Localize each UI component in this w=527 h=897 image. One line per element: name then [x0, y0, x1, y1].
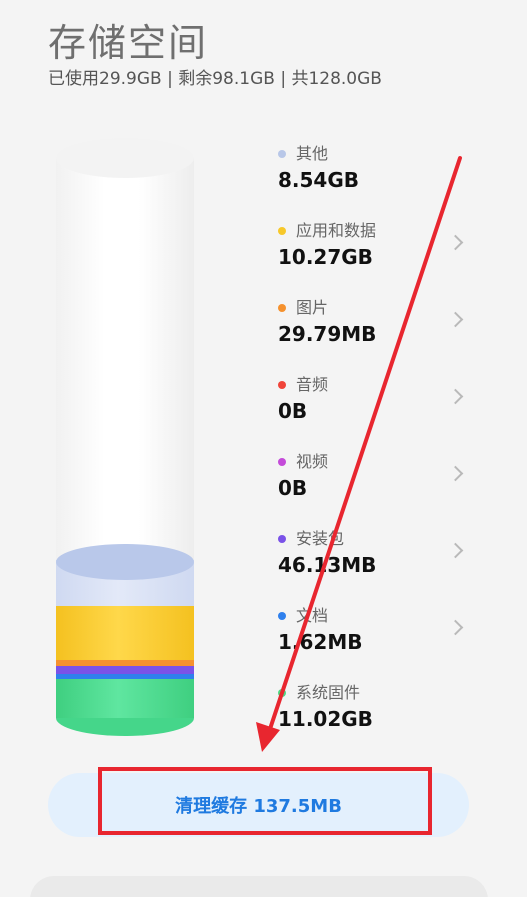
cylinder-top: [56, 138, 194, 178]
category-item-audio[interactable]: 音频 0B: [278, 371, 478, 448]
segment-apps-data: [56, 604, 194, 660]
color-dot: [278, 381, 286, 389]
chevron-right-icon: [447, 388, 464, 405]
category-item-documents[interactable]: 文档 1.62MB: [278, 602, 478, 679]
color-dot: [278, 227, 286, 235]
category-label: 其他: [296, 144, 329, 163]
category-label: 视频: [296, 452, 329, 471]
chevron-right-icon: [447, 311, 464, 328]
category-item-packages[interactable]: 安装包 46.13MB: [278, 525, 478, 602]
category-item-video[interactable]: 视频 0B: [278, 448, 478, 525]
category-size: 11.02GB: [278, 707, 373, 731]
color-dot: [278, 150, 286, 158]
category-label: 安装包: [296, 529, 345, 548]
page-title: 存储空间: [48, 21, 209, 65]
category-label: 系统固件: [296, 683, 361, 702]
storage-summary: 已使用29.9GB | 剩余98.1GB | 共128.0GB: [48, 69, 382, 89]
category-label: 图片: [296, 298, 329, 317]
segment-packages: [56, 666, 194, 674]
category-item-other[interactable]: 其他 8.54GB: [278, 140, 478, 217]
color-dot: [278, 535, 286, 543]
chevron-right-icon: [447, 542, 464, 559]
category-size: 29.79MB: [278, 322, 377, 346]
category-label: 音频: [296, 375, 329, 394]
category-item-system-firmware: 系统固件 11.02GB: [278, 679, 478, 756]
category-size: 0B: [278, 476, 308, 500]
segment-system-firmware: [56, 678, 194, 718]
category-size: 8.54GB: [278, 168, 360, 192]
color-dot: [278, 304, 286, 312]
color-dot: [278, 689, 286, 697]
storage-cylinder-chart: [56, 138, 196, 738]
color-dot: [278, 458, 286, 466]
category-list: 其他 8.54GB 应用和数据 10.27GB 图片 29.79MB 音频 0B…: [278, 140, 478, 756]
category-size: 46.13MB: [278, 553, 377, 577]
chevron-right-icon: [447, 619, 464, 636]
category-item-apps-data[interactable]: 应用和数据 10.27GB: [278, 217, 478, 294]
category-size: 0B: [278, 399, 308, 423]
chevron-right-icon: [447, 234, 464, 251]
segment-other-top: [56, 544, 194, 580]
category-size: 10.27GB: [278, 245, 373, 269]
annotation-highlight-box: [98, 767, 432, 835]
category-item-images[interactable]: 图片 29.79MB: [278, 294, 478, 371]
storage-page: 存储空间 已使用29.9GB | 剩余98.1GB | 共128.0GB 其他 …: [0, 0, 527, 897]
bottom-card: [30, 876, 488, 897]
chevron-right-icon: [447, 465, 464, 482]
color-dot: [278, 612, 286, 620]
category-label: 应用和数据: [296, 221, 377, 240]
category-label: 文档: [296, 606, 329, 625]
category-size: 1.62MB: [278, 630, 363, 654]
